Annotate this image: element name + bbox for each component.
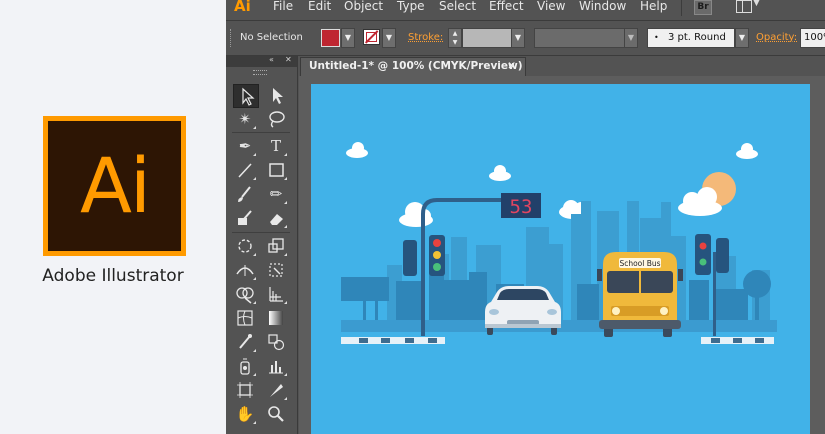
stroke-weight-dropdown-icon[interactable]: ▼ xyxy=(511,28,525,48)
free-transform-tool-icon[interactable] xyxy=(264,259,288,281)
illustrator-window: Ai File Edit Object Type Select Effect V… xyxy=(226,0,825,434)
clouds xyxy=(346,142,758,227)
collapse-panel-icon[interactable]: « xyxy=(269,55,274,64)
menu-view[interactable]: View xyxy=(537,0,565,14)
brush-definition-field[interactable]: • 3 pt. Round xyxy=(647,28,735,48)
lasso-tool-icon[interactable] xyxy=(264,108,288,130)
artboard-tool-icon[interactable] xyxy=(233,379,257,401)
eraser-tool-icon[interactable] xyxy=(264,207,288,229)
type-tool-icon[interactable]: T xyxy=(264,135,288,157)
brush-bullet-icon: • xyxy=(654,33,659,42)
profile-dropdown-icon[interactable]: ▼ xyxy=(624,28,638,48)
city-traffic-artwork: 53 School Bus xyxy=(341,142,777,344)
rectangle-tool-icon[interactable] xyxy=(264,159,288,181)
tools-panel-header: « ✕ xyxy=(226,55,297,67)
menu-bar: Ai File Edit Object Type Select Effect V… xyxy=(226,0,825,18)
bus-sign: School Bus xyxy=(619,259,660,268)
width-tool-icon[interactable] xyxy=(233,259,257,281)
fill-dropdown-icon[interactable]: ▼ xyxy=(341,28,355,48)
app-icon: Ai xyxy=(234,0,251,15)
opacity-label[interactable]: Opacity: xyxy=(756,32,797,43)
direct-selection-tool-icon[interactable] xyxy=(264,84,288,106)
slice-tool-icon[interactable] xyxy=(264,379,288,401)
selection-status: No Selection xyxy=(240,32,303,43)
stroke-weight-stepper[interactable]: ▲ ▼ xyxy=(448,28,462,48)
hand-tool-icon[interactable]: ✋ xyxy=(233,403,257,425)
line-segment-tool-icon[interactable] xyxy=(233,159,257,181)
close-panel-icon[interactable]: ✕ xyxy=(285,55,292,64)
pen-tool-icon[interactable]: ✒ xyxy=(233,135,257,157)
mesh-tool-icon[interactable] xyxy=(233,307,257,329)
menu-file[interactable]: File xyxy=(273,0,293,14)
white-car xyxy=(485,286,561,335)
scale-tool-icon[interactable] xyxy=(264,235,288,257)
artboard[interactable]: 53 School Bus xyxy=(311,84,810,434)
brush-value: 3 pt. Round xyxy=(668,32,726,43)
opacity-input[interactable]: 100% xyxy=(800,28,825,48)
variable-width-profile-field[interactable] xyxy=(534,28,628,48)
workspace-switcher-icon[interactable] xyxy=(736,0,752,13)
control-bar: No Selection ▼ ▼ Stroke: ▲ ▼ ▼ ▼ • 3 pt. … xyxy=(226,20,825,56)
menu-type[interactable]: Type xyxy=(397,0,425,14)
menu-edit[interactable]: Edit xyxy=(308,0,331,14)
menu-effect[interactable]: Effect xyxy=(489,0,524,14)
app-name: Adobe Illustrator xyxy=(42,266,184,286)
column-graph-tool-icon[interactable] xyxy=(264,355,288,377)
menu-select[interactable]: Select xyxy=(439,0,476,14)
symbol-sprayer-tool-icon[interactable] xyxy=(233,355,257,377)
pencil-tool-icon[interactable]: ✏ xyxy=(264,183,288,205)
perspective-grid-tool-icon[interactable] xyxy=(264,283,288,305)
paintbrush-tool-icon[interactable] xyxy=(233,183,257,205)
document-tab-title: Untitled-1* @ 100% (CMYK/Preview) xyxy=(309,60,523,72)
fill-color-swatch[interactable] xyxy=(321,29,340,47)
stroke-swatch-dropdown-icon[interactable]: ▼ xyxy=(382,28,396,48)
menu-object[interactable]: Object xyxy=(344,0,383,14)
logo-text: Ai xyxy=(79,141,151,230)
close-document-icon[interactable]: ✕ xyxy=(507,58,516,75)
road-curbs xyxy=(341,337,774,344)
selection-tool-icon[interactable] xyxy=(233,84,259,108)
blob-brush-tool-icon[interactable] xyxy=(233,207,257,229)
blend-tool-icon[interactable] xyxy=(264,331,288,353)
tools-panel: « ✕ ✴ ✒ T ✏ ✋ xyxy=(226,55,298,434)
brush-dropdown-icon[interactable]: ▼ xyxy=(735,28,749,48)
stroke-color-swatch[interactable] xyxy=(363,29,380,45)
control-bar-grip[interactable] xyxy=(230,29,233,47)
shape-builder-tool-icon[interactable] xyxy=(233,283,257,305)
menu-divider xyxy=(681,0,682,16)
menu-help[interactable]: Help xyxy=(640,0,667,14)
eyedropper-tool-icon[interactable] xyxy=(233,331,257,353)
illustrator-logo: Ai xyxy=(43,116,186,256)
traffic-countdown: 53 xyxy=(510,196,533,218)
menu-window[interactable]: Window xyxy=(579,0,626,14)
stroke-label[interactable]: Stroke: xyxy=(408,32,443,43)
bridge-button[interactable]: Br xyxy=(694,0,712,15)
rotate-tool-icon[interactable] xyxy=(233,235,257,257)
zoom-tool-icon[interactable] xyxy=(264,403,288,425)
document-tab[interactable]: Untitled-1* @ 100% (CMYK/Preview) ✕ xyxy=(300,57,526,76)
workspace-dropdown-icon[interactable]: ▼ xyxy=(753,0,760,8)
tools-panel-grip[interactable] xyxy=(253,70,267,75)
left-panel: Ai Adobe Illustrator xyxy=(0,0,226,434)
magic-wand-tool-icon[interactable]: ✴ xyxy=(233,108,257,130)
stroke-weight-input[interactable] xyxy=(462,28,512,48)
gradient-tool-icon[interactable] xyxy=(264,307,288,329)
